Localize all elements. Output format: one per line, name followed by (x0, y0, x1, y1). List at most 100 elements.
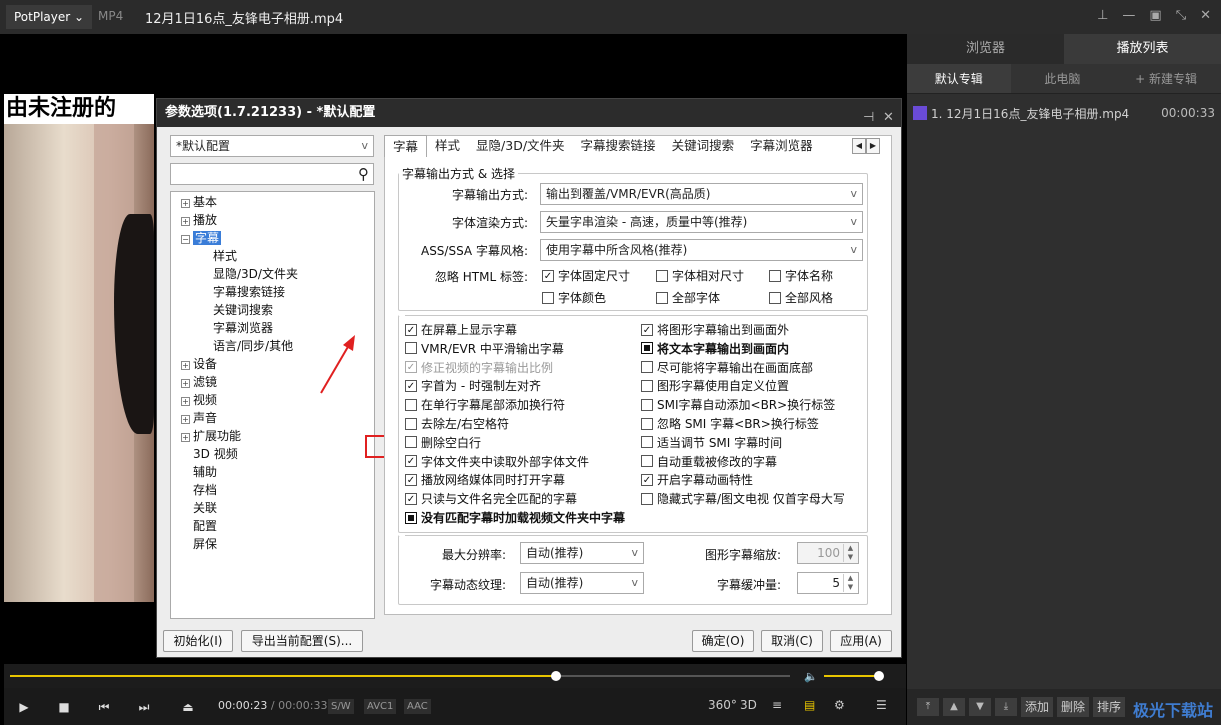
3d-icon[interactable]: 3D (740, 698, 757, 712)
option-checkbox[interactable]: ✓ 字体文件夹中读取外部字体文件 (405, 453, 589, 470)
tree-item[interactable]: 关联 (193, 500, 217, 517)
tab-keyword-search[interactable]: 关键词搜索 (664, 135, 743, 157)
option-checkbox[interactable]: 隐藏式字幕/图文电视 仅首字母大写 (641, 490, 845, 507)
tree-item[interactable]: − 字幕 (181, 230, 222, 247)
option-checkbox[interactable]: 忽略 SMI 字幕<BR>换行标签 (641, 415, 819, 432)
tab-display-3d-folder[interactable]: 显隐/3D/文件夹 (468, 135, 573, 157)
seek-track[interactable] (10, 675, 790, 677)
tree-item[interactable]: 存档 (193, 482, 217, 499)
search-icon[interactable]: ⚲ (358, 165, 369, 183)
option-checkbox[interactable]: 全部字体 (656, 289, 720, 306)
option-checkbox[interactable]: 适当调节 SMI 字幕时间 (641, 434, 782, 451)
play-icon[interactable]: ▶ (8, 696, 40, 718)
max-res-select[interactable]: 自动(推荐) v (520, 542, 644, 564)
subtitle-search-icon[interactable]: ≡ (772, 698, 782, 712)
option-checkbox[interactable]: ✓ 字体固定尺寸 (542, 267, 630, 284)
seek-bar[interactable]: 🔈 (4, 664, 906, 688)
stepper-arrows-icon[interactable]: ▲ ▼ (843, 574, 857, 592)
option-checkbox[interactable]: 自动重载被修改的字幕 (641, 453, 777, 470)
tree-item[interactable]: + 基本 (181, 194, 217, 211)
menu-icon[interactable]: ☰ (876, 698, 887, 712)
tree-item[interactable]: 配置 (193, 518, 217, 535)
option-checkbox[interactable]: SMI字幕自动添加<BR>换行标签 (641, 396, 835, 413)
app-menu-button[interactable]: PotPlayer ⌄ (6, 5, 93, 29)
subtab-default-album[interactable]: 默认专辑 (907, 64, 1011, 93)
apply-button[interactable]: 应用(A) (830, 630, 892, 652)
volume-icon[interactable]: 🔈 (804, 670, 818, 683)
minimize-icon[interactable]: — (1122, 8, 1135, 23)
pin-icon[interactable]: ⊣ (863, 104, 874, 132)
close-icon[interactable]: ✕ (883, 104, 894, 132)
tree-item[interactable]: 3D 视频 (193, 446, 238, 463)
tree-item[interactable]: 屏保 (193, 536, 217, 553)
option-checkbox[interactable]: 字体名称 (769, 267, 833, 284)
move-top-icon[interactable]: ⤒ (917, 698, 939, 716)
delete-button[interactable]: 删除 (1057, 697, 1090, 717)
expand-icon[interactable]: + (181, 415, 190, 424)
tree-item[interactable]: + 视频 (181, 392, 217, 409)
eject-icon[interactable]: ⏏ (172, 696, 204, 718)
tree-item[interactable]: 关键词搜索 (213, 302, 273, 319)
option-checkbox[interactable]: 图形字幕使用自定义位置 (641, 377, 789, 394)
search-input[interactable]: ⚲ (170, 163, 374, 185)
next-icon[interactable]: ⏭ (128, 696, 160, 718)
subtitle-icon[interactable]: ▤ (804, 698, 815, 712)
sort-button[interactable]: 排序 (1093, 697, 1126, 717)
option-checkbox[interactable]: 去除左/右空格符 (405, 415, 509, 432)
gfx-scale-stepper[interactable]: 100 ▲ ▼ (797, 542, 859, 564)
pin-icon[interactable]: ⊥ (1097, 8, 1108, 23)
tree-item[interactable]: + 播放 (181, 212, 217, 229)
option-checkbox[interactable]: ✓ 修正视频的字幕输出比例 (405, 359, 553, 376)
output-mode-select[interactable]: 输出到覆盖/VMR/EVR(高品质) v (540, 183, 863, 205)
option-checkbox[interactable]: 字体颜色 (542, 289, 606, 306)
stop-icon[interactable]: ■ (48, 696, 80, 718)
expand-icon[interactable]: + (181, 433, 190, 442)
cancel-button[interactable]: 取消(C) (761, 630, 823, 652)
anim-texture-select[interactable]: 自动(推荐) v (520, 572, 644, 594)
subtab-new-album[interactable]: + 新建专辑 (1114, 64, 1218, 93)
option-checkbox[interactable]: VMR/EVR 中平滑输出字幕 (405, 340, 564, 357)
option-checkbox[interactable]: 全部风格 (769, 289, 833, 306)
expand-icon[interactable]: + (181, 217, 190, 226)
tree-item[interactable]: + 滤镜 (181, 374, 217, 391)
ok-button[interactable]: 确定(O) (692, 630, 754, 652)
tree-item[interactable]: + 声音 (181, 410, 217, 427)
buffer-stepper[interactable]: 5 ▲ ▼ (797, 572, 859, 594)
vr360-icon[interactable]: 360° (708, 698, 737, 712)
video-codec-badge[interactable]: AVC1 (364, 699, 397, 714)
tab-subtitle-browser[interactable]: 字幕浏览器 (742, 135, 821, 157)
tree-item[interactable]: + 扩展功能 (181, 428, 241, 445)
tree-item[interactable]: 样式 (213, 248, 237, 265)
tab-scroll-right-icon[interactable]: ▶ (866, 138, 880, 154)
export-config-button[interactable]: 导出当前配置(S)... (241, 630, 363, 652)
move-bottom-icon[interactable]: ⤓ (995, 698, 1017, 716)
collapse-icon[interactable]: − (181, 235, 190, 244)
add-button[interactable]: 添加 (1021, 697, 1054, 717)
gear-icon[interactable]: ⚙ (834, 698, 845, 712)
option-checkbox[interactable]: 删除空白行 (405, 434, 481, 451)
tree-item[interactable]: 语言/同步/其他 (213, 338, 293, 355)
renderer-badge[interactable]: S/W (328, 699, 354, 714)
move-up-icon[interactable]: ▲ (943, 698, 965, 716)
profile-select[interactable]: *默认配置 v (170, 135, 374, 157)
tab-browser[interactable]: 浏览器 (907, 34, 1064, 64)
init-button[interactable]: 初始化(I) (163, 630, 233, 652)
tab-playlist[interactable]: 播放列表 (1064, 34, 1221, 64)
option-checkbox[interactable]: 尽可能将字幕输出在画面底部 (641, 359, 813, 376)
option-checkbox[interactable]: ✓ 播放网络媒体同时打开字幕 (405, 471, 565, 488)
option-checkbox[interactable]: 将文本字幕输出到画面内 (641, 340, 789, 357)
close-icon[interactable]: ✕ (1200, 8, 1211, 23)
expand-icon[interactable]: + (181, 361, 190, 370)
tree-item[interactable]: 辅助 (193, 464, 217, 481)
tab-style[interactable]: 样式 (427, 135, 468, 157)
subtab-this-pc[interactable]: 此电脑 (1011, 64, 1115, 93)
tree-item[interactable]: 字幕浏览器 (213, 320, 273, 337)
load-folder-subs-checkbox[interactable]: 没有匹配字幕时加载视频文件夹中字幕 (405, 509, 625, 526)
previous-icon[interactable]: ⏮ (88, 696, 120, 718)
tab-subtitle-search[interactable]: 字幕搜索链接 (573, 135, 664, 157)
option-checkbox[interactable]: ✓ 字首为 - 时强制左对齐 (405, 377, 541, 394)
volume-knob[interactable] (874, 671, 884, 681)
expand-icon[interactable]: + (181, 379, 190, 388)
tab-scroll-left-icon[interactable]: ◀ (852, 138, 866, 154)
tree-item[interactable]: 字幕搜索链接 (213, 284, 285, 301)
